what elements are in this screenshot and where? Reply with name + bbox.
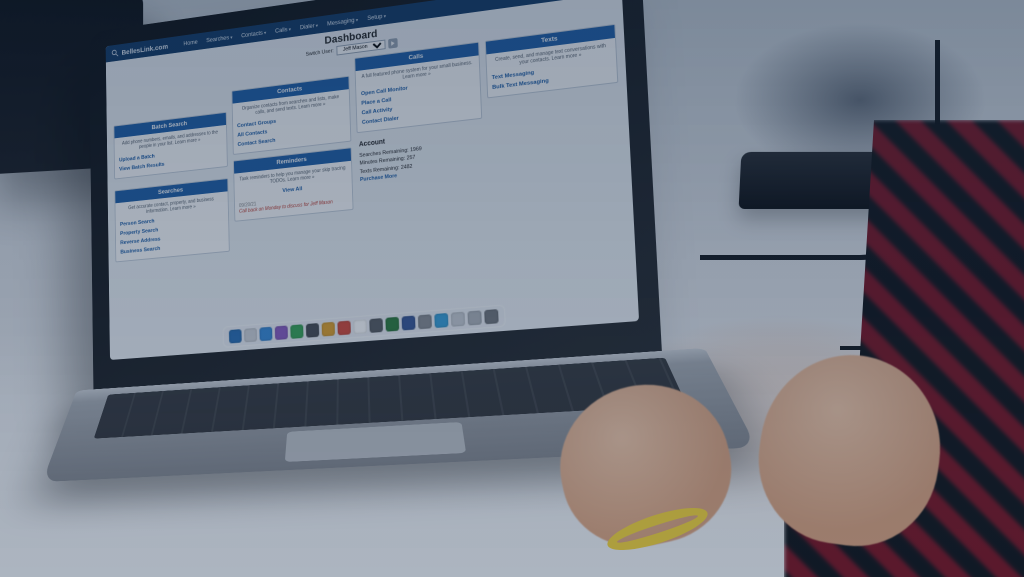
link-reminders-view-all[interactable]: View All (282, 186, 302, 194)
dock-app-icon[interactable] (434, 313, 448, 328)
nav-calls[interactable]: Calls (275, 26, 291, 35)
dock-app-icon[interactable] (451, 312, 465, 327)
dock-app-icon[interactable] (229, 329, 242, 343)
dock-app-icon[interactable] (322, 322, 335, 337)
dock-app-icon[interactable] (244, 328, 257, 342)
card-texts: Texts Create, send, and manage text conv… (484, 24, 618, 98)
nav-setup[interactable]: Setup (367, 12, 386, 21)
nav-messaging[interactable]: Messaging (327, 16, 358, 27)
dock-app-icon[interactable] (402, 316, 416, 331)
card-searches: Searches Get accurate contact, property,… (114, 178, 229, 263)
account-summary: Account Searches Remaining: 1969 Minutes… (357, 124, 484, 184)
account-searches-value: 1969 (410, 146, 422, 153)
laptop-trackpad (285, 422, 466, 462)
dock-app-icon[interactable] (385, 317, 399, 332)
dock-app-icon[interactable] (306, 323, 319, 338)
arrow-right-icon (390, 40, 396, 46)
dock-app-icon[interactable] (337, 321, 351, 336)
dock-app-icon[interactable] (484, 309, 498, 324)
dock-app-icon[interactable] (418, 314, 432, 329)
card-batch-search: Batch Search Add phone numbers, emails, … (113, 112, 227, 179)
search-icon (111, 48, 119, 58)
dock-app-icon[interactable] (290, 324, 303, 339)
nav-home[interactable]: Home (183, 38, 197, 46)
laptop-screen: BellesLink.com Home Searches Contacts Ca… (106, 0, 639, 360)
nav-searches[interactable]: Searches (206, 34, 232, 44)
dock-app-icon[interactable] (275, 325, 288, 340)
nav-contacts[interactable]: Contacts (241, 29, 266, 39)
card-contacts: Contacts Organize contacts from searches… (231, 76, 351, 155)
laptop-lid: BellesLink.com Home Searches Contacts Ca… (89, 0, 663, 399)
card-calls: Calls A full featured phone system for y… (354, 42, 481, 133)
macos-dock (223, 304, 506, 347)
dock-app-icon[interactable] (259, 327, 272, 342)
dock-app-icon[interactable] (467, 310, 481, 325)
account-texts-value: 2482 (401, 163, 413, 170)
card-reminders: Reminders Task reminders to help you man… (233, 147, 354, 222)
dock-app-icon[interactable] (369, 318, 383, 333)
dock-app-icon[interactable] (353, 319, 367, 334)
switch-user-go-button[interactable] (388, 38, 398, 49)
nav-dialer[interactable]: Dialer (300, 22, 318, 31)
account-minutes-value: 257 (407, 155, 416, 162)
